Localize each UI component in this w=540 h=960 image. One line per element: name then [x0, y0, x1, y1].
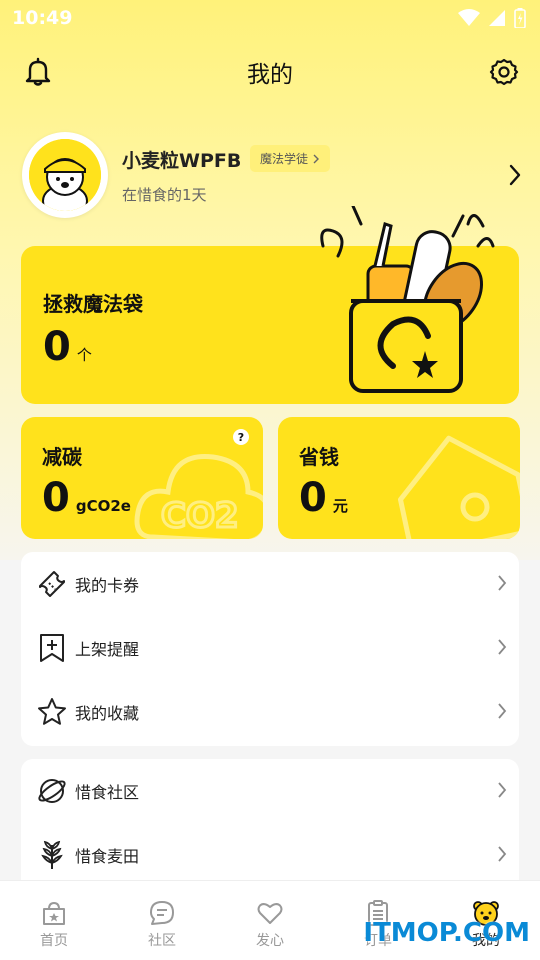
- level-badge[interactable]: 魔法学徒: [250, 145, 331, 172]
- menu-item-label: 惜食麦田: [75, 847, 140, 866]
- menu-group-2: 惜食社区 惜食麦田: [21, 759, 519, 899]
- status-bar: 10:49: [0, 0, 540, 36]
- page-title: 我的: [247, 62, 293, 88]
- chevron-right-icon: [498, 703, 507, 719]
- carbon-unit: gCO2e: [75, 497, 131, 515]
- carbon-value: 0 gCO2e: [42, 475, 131, 521]
- chevron-right-small-icon: [313, 154, 320, 163]
- menu-item-favorites[interactable]: 我的收藏: [21, 680, 519, 744]
- money-value: 0 元: [299, 475, 348, 521]
- co2-watermark-text: CO2: [161, 496, 239, 536]
- tab-home[interactable]: 首页: [0, 881, 108, 960]
- level-badge-label: 魔法学徒: [260, 152, 309, 166]
- carbon-title: 减碳: [42, 445, 82, 469]
- bookmark-plus-icon: [35, 631, 69, 665]
- settings-button[interactable]: [488, 56, 520, 88]
- money-saved-card[interactable]: 省钱 0 元: [278, 417, 520, 539]
- menu-item-label: 我的卡券: [75, 576, 140, 595]
- menu-item-label: 我的收藏: [75, 704, 140, 723]
- money-unit: 元: [332, 497, 348, 515]
- chevron-right-icon: [498, 575, 507, 591]
- chat-icon: [150, 901, 174, 925]
- ticket-watermark-icon: [397, 435, 520, 539]
- tab-donate[interactable]: 发心: [216, 881, 324, 960]
- tab-label: 发心: [256, 933, 284, 949]
- tab-label: 首页: [40, 933, 68, 949]
- money-title: 省钱: [299, 445, 339, 469]
- carbon-count: 0: [42, 475, 70, 521]
- site-watermark: ITMOP.COM: [363, 918, 530, 948]
- member-days: 在惜食的1天: [122, 186, 207, 204]
- help-icon[interactable]: ?: [233, 429, 249, 445]
- magic-bag-illustration-icon: [320, 206, 495, 393]
- avatar[interactable]: [22, 132, 108, 218]
- heart-icon: [257, 903, 283, 924]
- chevron-right-icon: [498, 782, 507, 798]
- star-icon: [35, 695, 69, 729]
- rescue-bag-title: 拯救魔法袋: [43, 292, 143, 316]
- money-count: 0: [299, 475, 327, 521]
- menu-item-community[interactable]: 惜食社区: [21, 759, 519, 823]
- status-icons: [458, 8, 526, 28]
- page-header: 我的: [0, 44, 540, 100]
- wheat-icon: [35, 838, 69, 872]
- planet-icon: [35, 774, 69, 808]
- wifi-icon: [458, 9, 480, 26]
- gear-icon: [489, 58, 519, 86]
- status-time: 10:49: [12, 7, 73, 29]
- battery-icon: [514, 8, 526, 28]
- carbon-reduction-card[interactable]: CO2 减碳 0 gCO2e ?: [21, 417, 263, 539]
- notification-button[interactable]: [22, 56, 54, 88]
- tab-label: 社区: [148, 933, 176, 949]
- username: 小麦粒WPFB: [122, 150, 242, 172]
- menu-item-coupons[interactable]: 我的卡券: [21, 552, 519, 616]
- menu-item-wheat-field[interactable]: 惜食麦田: [21, 823, 519, 887]
- bell-icon: [25, 57, 51, 86]
- ticket-icon: [35, 567, 69, 601]
- signal-icon: [489, 10, 505, 26]
- chevron-right-icon: [498, 639, 507, 655]
- chevron-right-icon[interactable]: [508, 164, 522, 186]
- chevron-right-icon: [498, 846, 507, 862]
- bag-icon: [43, 901, 65, 925]
- rescue-bag-count: 0: [43, 324, 71, 370]
- menu-item-restock-reminder[interactable]: 上架提醒: [21, 616, 519, 680]
- rescue-bag-value: 0 个: [43, 324, 92, 370]
- menu-item-label: 上架提醒: [75, 640, 140, 659]
- tab-community[interactable]: 社区: [108, 881, 216, 960]
- menu-item-label: 惜食社区: [75, 783, 140, 802]
- bear-avatar-icon: [29, 139, 101, 211]
- rescue-bag-unit: 个: [76, 346, 92, 364]
- menu-group-1: 我的卡券 上架提醒 我的收藏: [21, 552, 519, 746]
- rescue-bag-card[interactable]: 拯救魔法袋 0 个: [21, 206, 519, 404]
